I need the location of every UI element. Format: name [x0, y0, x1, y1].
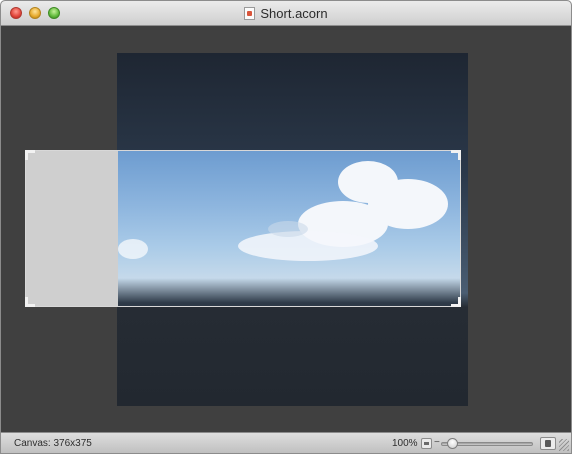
- zoom-level-label: 100%: [392, 438, 418, 449]
- window-title: Short.acorn: [260, 5, 328, 21]
- window-title-group: Short.acorn: [1, 1, 571, 25]
- acorn-window: Short.acorn Canvas: 376x375 100% −: [0, 0, 572, 454]
- canvas-area[interactable]: [1, 26, 571, 432]
- crop-handle-bottom-left[interactable]: [25, 297, 35, 307]
- zoom-out-icon[interactable]: −: [434, 437, 440, 449]
- canvas-size-label: Canvas: 376x375: [14, 438, 92, 449]
- crop-handle-bottom-right[interactable]: [451, 297, 461, 307]
- selected-image-region: [118, 151, 460, 306]
- fit-to-window-button[interactable]: [540, 437, 556, 450]
- title-bar[interactable]: Short.acorn: [1, 1, 571, 26]
- document-icon[interactable]: [244, 6, 256, 20]
- empty-canvas-region: [26, 151, 118, 306]
- crop-handle-top-right[interactable]: [451, 150, 461, 160]
- zoom-slider-knob[interactable]: [447, 438, 458, 449]
- status-bar: Canvas: 376x375 100% −: [1, 432, 571, 453]
- crop-handle-top-left[interactable]: [25, 150, 35, 160]
- crop-selection[interactable]: [25, 150, 461, 307]
- zoom-menu-icon[interactable]: [421, 438, 432, 449]
- resize-grip-icon[interactable]: [559, 439, 569, 451]
